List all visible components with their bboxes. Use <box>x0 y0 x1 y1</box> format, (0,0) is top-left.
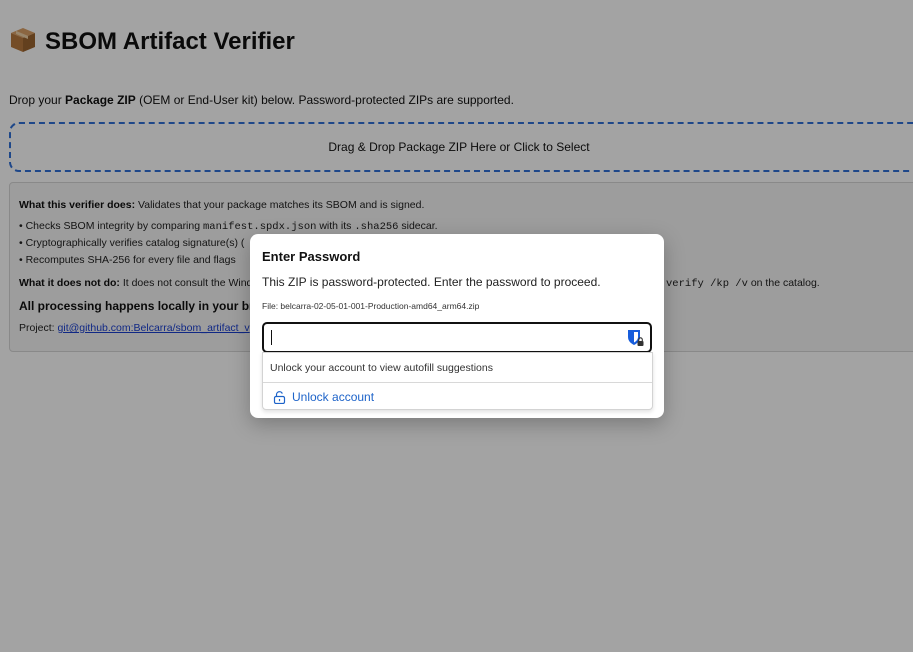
dialog-file-name: File: belcarra-02-05-01-001-Production-a… <box>262 301 480 311</box>
password-input[interactable] <box>262 322 652 353</box>
dialog-description: This ZIP is password-protected. Enter th… <box>262 275 601 289</box>
dialog-title: Enter Password <box>262 249 361 264</box>
unlock-account-label: Unlock account <box>292 390 375 404</box>
text-caret <box>271 330 272 345</box>
password-dialog: Enter Password This ZIP is password-prot… <box>250 234 664 418</box>
bitwarden-shield-icon[interactable] <box>627 329 644 347</box>
unlock-account-button[interactable]: Unlock account <box>273 389 374 405</box>
autofill-message: Unlock your account to view autofill sug… <box>270 362 493 374</box>
unlock-icon <box>273 390 286 404</box>
autofill-divider <box>263 382 652 383</box>
autofill-menu: Unlock your account to view autofill sug… <box>262 352 653 410</box>
